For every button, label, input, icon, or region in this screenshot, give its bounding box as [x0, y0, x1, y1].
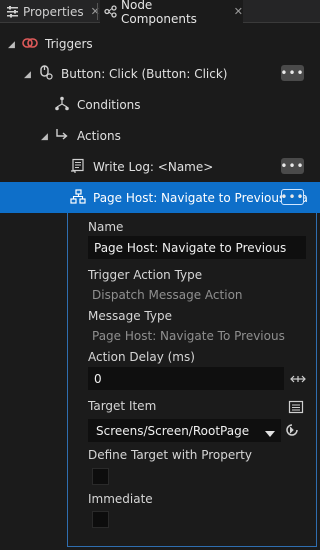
- target-item-value: Screens/Screen/RootPage: [96, 423, 250, 438]
- more-options-button[interactable]: •••: [280, 65, 304, 81]
- write-log-icon: [70, 158, 86, 174]
- message-type-value: Page Host: Navigate To Previous: [92, 329, 285, 343]
- write-log-label: Write Log: <Name>: [93, 159, 214, 174]
- tree-row-button-click[interactable]: ◢ Button: Click (Button: Click) •••: [0, 58, 320, 89]
- name-label: Name: [88, 220, 124, 234]
- trigger-action-type-value: Dispatch Message Action: [92, 288, 243, 302]
- properties-icon: [6, 5, 19, 18]
- tree-row-actions[interactable]: ◢ Actions: [0, 120, 320, 151]
- button-click-label: Button: Click (Button: Click): [61, 66, 228, 81]
- trigger-action-type-label: Trigger Action Type: [88, 268, 203, 282]
- drag-adjust-icon[interactable]: [290, 371, 306, 387]
- immediate-checkbox[interactable]: [92, 511, 109, 528]
- tab-properties[interactable]: Properties ✕: [2, 0, 100, 23]
- tab-node-components[interactable]: Node Components ✕: [100, 0, 243, 26]
- more-options-button[interactable]: •••: [280, 158, 304, 174]
- tree-row-write-log[interactable]: Write Log: <Name> •••: [0, 151, 320, 182]
- node-components-icon: [104, 5, 117, 18]
- collapse-arrow-icon[interactable]: ◢: [24, 70, 32, 80]
- tree-row-page-host[interactable]: Page Host: Navigate to Previous (Pa •••: [0, 182, 320, 213]
- close-icon[interactable]: ✕: [234, 5, 243, 18]
- page-host-label: Page Host: Navigate to Previous (Pa: [93, 190, 308, 205]
- chevron-down-icon: [265, 427, 275, 441]
- tree-row-triggers[interactable]: ◢ Triggers: [0, 28, 320, 59]
- actions-label: Actions: [77, 128, 121, 143]
- message-type-label: Message Type: [88, 309, 172, 323]
- close-icon[interactable]: ✕: [91, 5, 100, 18]
- action-delay-field[interactable]: 0: [88, 367, 284, 390]
- tree-row-conditions[interactable]: Conditions: [0, 89, 320, 120]
- navigate-to-target-icon[interactable]: [284, 422, 300, 438]
- tab-divider: [97, 3, 98, 20]
- click-trigger-icon: [37, 64, 53, 80]
- target-item-label: Target Item: [88, 399, 157, 413]
- define-target-checkbox[interactable]: [92, 468, 109, 485]
- target-item-dropdown[interactable]: Screens/Screen/RootPage: [88, 419, 281, 442]
- tab-bar: Properties ✕ Node Components ✕: [0, 0, 320, 26]
- conditions-icon: [54, 96, 70, 112]
- tab-properties-label: Properties: [23, 4, 84, 19]
- action-delay-label: Action Delay (ms): [88, 350, 195, 364]
- immediate-label: Immediate: [88, 492, 153, 506]
- collapse-arrow-icon[interactable]: ◢: [41, 132, 49, 142]
- actions-icon: [54, 127, 70, 143]
- conditions-label: Conditions: [77, 97, 141, 112]
- triggers-label: Triggers: [45, 36, 93, 51]
- triggers-icon: [22, 35, 38, 51]
- action-properties-panel: Name Page Host: Navigate to Previous Tri…: [67, 213, 317, 547]
- more-options-button[interactable]: •••: [280, 189, 304, 205]
- name-field[interactable]: Page Host: Navigate to Previous: [88, 236, 306, 259]
- define-target-label: Define Target with Property: [88, 448, 252, 462]
- tab-node-components-label: Node Components: [121, 0, 197, 26]
- collapse-arrow-icon[interactable]: ◢: [8, 40, 16, 50]
- page-host-icon: [70, 189, 86, 205]
- target-picker-icon[interactable]: [288, 399, 304, 415]
